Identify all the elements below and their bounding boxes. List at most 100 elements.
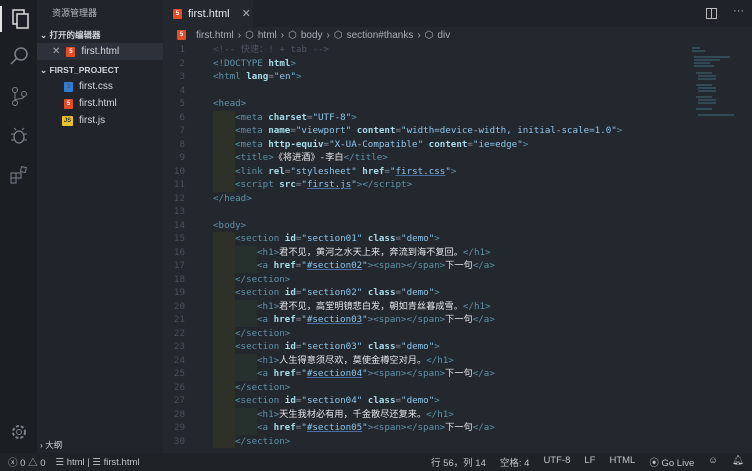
feedback-smiley-icon[interactable]: ☺: [708, 455, 718, 469]
language-mode[interactable]: HTML: [609, 455, 635, 469]
line-number: 8: [179, 138, 185, 150]
code-token: class: [367, 341, 396, 352]
breadcrumb-item[interactable]: html: [258, 30, 277, 41]
code-editor[interactable]: 1 <!-- 快速：! + tab --> 2 <!DOCTYPE html >3 <ht…: [163, 43, 688, 453]
list-icon: ☰: [92, 456, 101, 468]
code-token: "demo": [401, 341, 435, 352]
code-line: 24 <h1> 人生得意须尽欢，莫使金樽空对月。 </h1>: [163, 353, 688, 367]
breadcrumb-item[interactable]: first.html: [196, 30, 234, 41]
code-token: "UTF-8": [312, 111, 352, 123]
error-count: 0: [20, 458, 26, 469]
split-editor-icon[interactable]: [706, 8, 717, 19]
source-control-icon[interactable]: [9, 86, 29, 106]
close-tab-icon[interactable]: ✕: [242, 7, 251, 20]
line-number: 23: [173, 341, 185, 352]
indentation[interactable]: 空格: 4: [500, 455, 530, 469]
element-icon: ⬡: [424, 29, 434, 41]
code-line: 8 <meta http-equiv = "X-UA-Compatible" cont…: [163, 137, 688, 151]
line-number: 19: [173, 287, 185, 298]
code-token: >: [450, 165, 457, 177]
code-token: <head>: [213, 98, 247, 109]
code-token: </section>: [235, 327, 291, 339]
minimap[interactable]: [690, 43, 738, 133]
problems-indicator[interactable]: ⓧ 0 △ 0: [8, 455, 46, 469]
code-token: 君不见，高堂明镜悲白发，朝如青丝暮成雪。: [279, 300, 463, 312]
line-number: 5: [179, 98, 185, 109]
outline-header[interactable]: › 大纲: [37, 437, 62, 453]
code-token: </section>: [235, 435, 291, 447]
indent-guide: [235, 407, 257, 421]
html-file-icon: 5: [64, 98, 73, 109]
breadcrumb-item[interactable]: section#thanks: [347, 30, 414, 41]
open-editor-item[interactable]: ✕ 5 first.html: [37, 43, 163, 60]
indent-guide: [213, 286, 235, 300]
close-icon[interactable]: ✕: [52, 43, 60, 60]
code-token[interactable]: #section02: [307, 259, 362, 273]
code-token: <section: [235, 341, 285, 352]
more-actions-icon[interactable]: ···: [733, 5, 744, 17]
warning-icon: △: [28, 458, 38, 469]
code-line: 25 <a href = " #section04 " ><span></span> 下一句 <…: [163, 367, 688, 381]
code-token[interactable]: #section05: [307, 421, 362, 435]
code-token: </title>: [343, 152, 388, 163]
line-number: 21: [173, 314, 185, 325]
settings-gear-icon[interactable]: [9, 422, 29, 442]
code-token: <h1>: [257, 246, 280, 258]
code-token[interactable]: #section04: [307, 367, 362, 381]
code-token: ><span></span>: [367, 368, 446, 379]
explorer-icon[interactable]: [0, 6, 37, 32]
code-token: <a: [257, 260, 274, 271]
indent-guide: [235, 353, 257, 367]
file-item-css[interactable]: 3 first.css: [37, 78, 163, 95]
line-number: 30: [173, 435, 185, 447]
search-icon[interactable]: [9, 46, 29, 66]
file-item-html[interactable]: 5 first.html: [37, 95, 163, 112]
code-token: class: [367, 395, 396, 406]
encoding[interactable]: UTF-8: [543, 455, 570, 469]
code-line: 27 <section id = "section04" class = "demo" >: [163, 394, 688, 408]
code-token[interactable]: #section03: [307, 313, 362, 327]
error-icon: ⓧ: [8, 458, 18, 469]
project-folder-header[interactable]: ⌄ FIRST_PROJECT: [37, 62, 163, 78]
code-token: >: [296, 71, 302, 82]
extensions-icon[interactable]: [9, 165, 29, 185]
line-number: 10: [173, 165, 185, 177]
code-token: >: [434, 287, 440, 298]
code-token: "width=device-width, initial-scale=1.0": [401, 125, 617, 136]
warning-count: 0: [40, 458, 46, 469]
open-editors-header[interactable]: ⌄ 打开的编辑器: [37, 27, 163, 43]
go-live-button[interactable]: ⦿ Go Live: [649, 455, 694, 469]
indent-guide: [213, 137, 235, 151]
code-line: 16 <h1> 君不见，黄河之水天上来，奔流到海不复回。 </h1>: [163, 245, 688, 259]
explorer-sidebar: 资源管理器 ⌄ 打开的编辑器 ✕ 5 first.html ⌄ FIRST_PROJ…: [37, 0, 163, 453]
cursor-position[interactable]: 行 56，列 14: [431, 455, 486, 469]
sidebar-title: 资源管理器: [52, 8, 98, 18]
code-token[interactable]: first.js: [307, 178, 351, 192]
breadcrumb-item[interactable]: body: [301, 30, 323, 41]
code-token: >: [290, 57, 297, 69]
code-token: <a: [257, 314, 274, 325]
notifications-bell-icon[interactable]: 🔔︎: [732, 455, 744, 469]
tab-first-html[interactable]: 5 first.html ✕: [163, 0, 253, 27]
status-bar: ⓧ 0 △ 0 ☰ html | ☰ first.html 行 56，列 14 …: [0, 453, 752, 471]
line-number: 26: [173, 381, 185, 393]
indent-guide: [213, 380, 235, 394]
indent-guide: [235, 259, 257, 273]
element-icon: ⬡: [288, 29, 297, 41]
file-name: first.css: [79, 81, 113, 92]
breadcrumb-item[interactable]: div: [437, 30, 450, 41]
open-editors-label: 打开的编辑器: [49, 30, 101, 40]
debug-icon[interactable]: [9, 126, 29, 146]
breadcrumb-status[interactable]: ☰ html | ☰ first.html: [56, 457, 140, 468]
file-name: first.js: [79, 115, 106, 126]
file-item-js[interactable]: JS first.js: [37, 112, 163, 129]
code-token: <section: [235, 395, 285, 406]
code-token: class: [367, 287, 396, 298]
indent-guide: [213, 313, 235, 327]
code-token[interactable]: first.css: [396, 165, 446, 179]
indent-guide: [235, 313, 257, 327]
line-ending[interactable]: LF: [584, 455, 595, 469]
list-icon: ☰: [55, 456, 65, 468]
code-token: </section>: [235, 381, 291, 393]
code-line: 13: [163, 205, 688, 219]
